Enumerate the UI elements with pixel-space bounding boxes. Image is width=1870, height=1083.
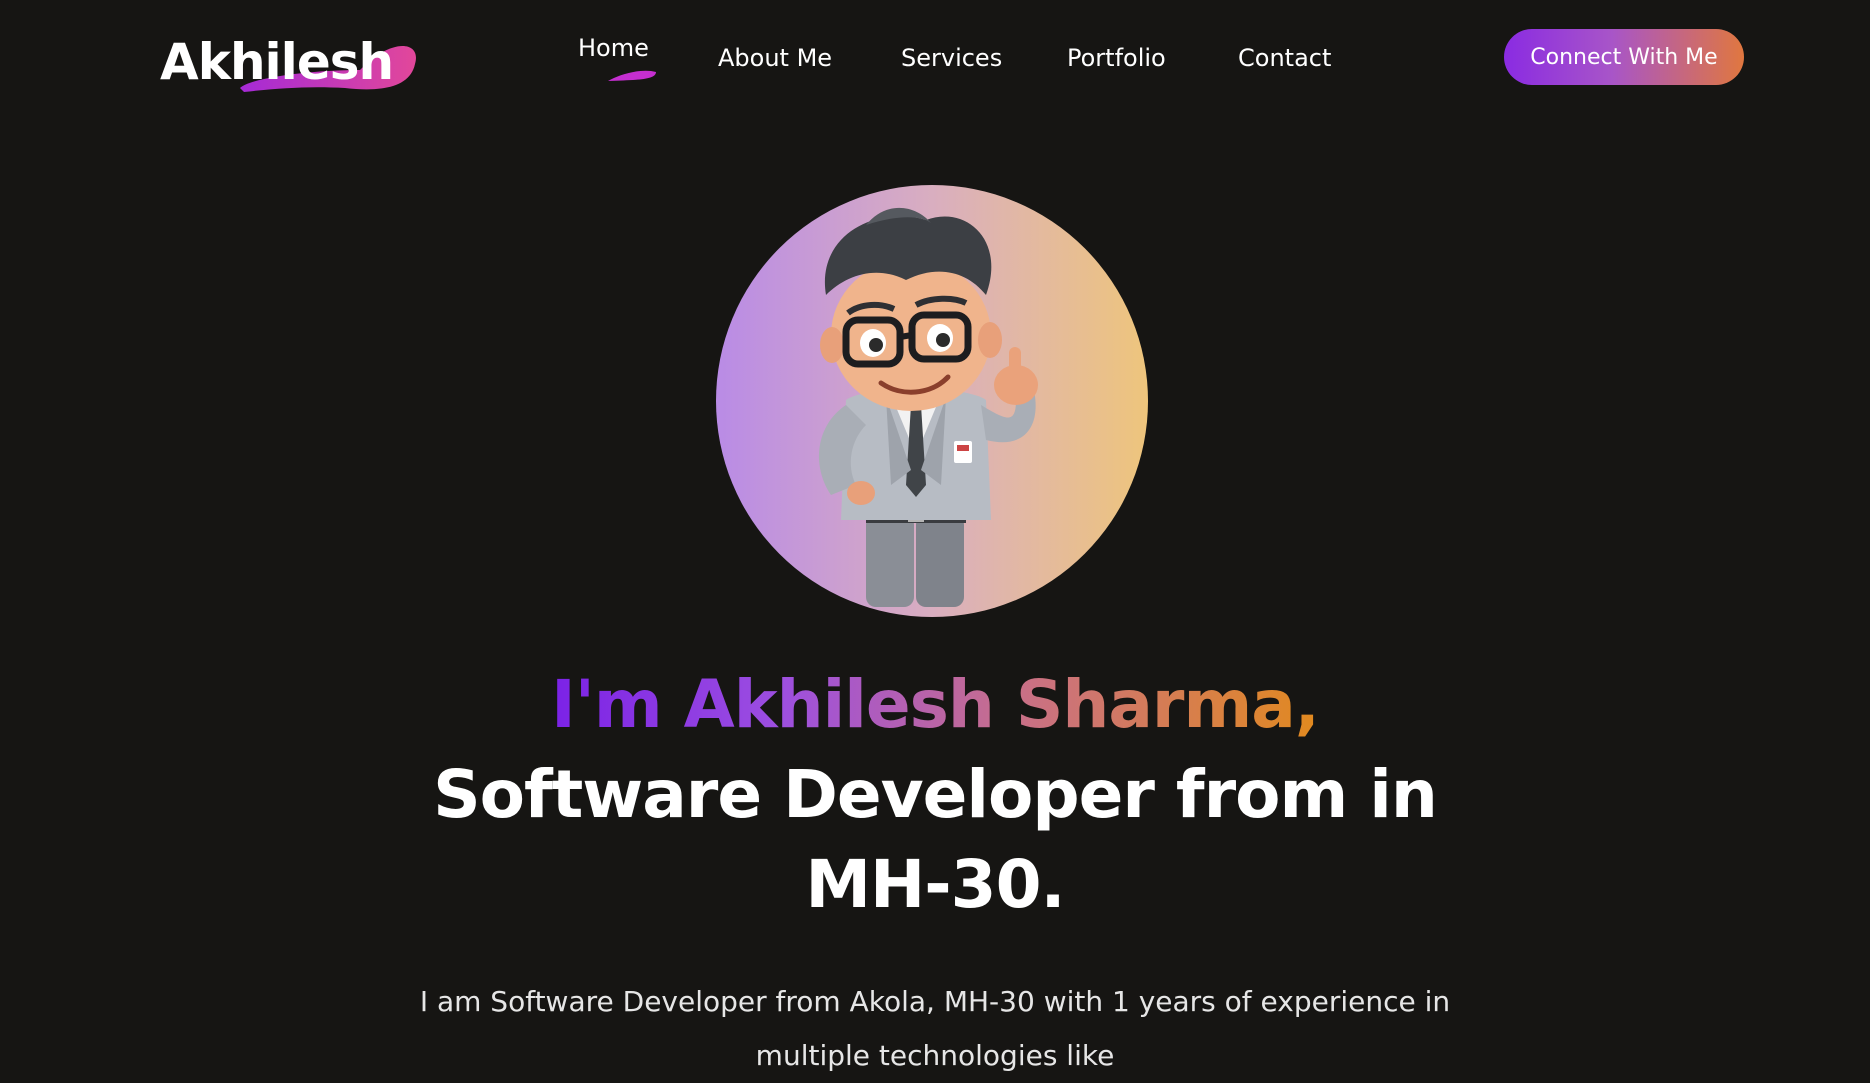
hero-title-line-2: MH-30.: [805, 846, 1065, 923]
nav-item-label: Services: [901, 44, 1003, 72]
logo[interactable]: Akhilesh: [160, 30, 420, 94]
hero-name: I'm Akhilesh Sharma,: [551, 666, 1320, 743]
active-underline-icon: [608, 70, 656, 81]
nav-item-services[interactable]: Services: [901, 30, 1002, 86]
navbar: Akhilesh Home About Me Services Portfoli…: [0, 0, 1870, 116]
hero-title-line-1: Software Developer from in: [433, 756, 1438, 833]
hero-description-line-2: multiple technologies like: [755, 1039, 1115, 1072]
hero-description-line-1: I am Software Developer from Akola, MH-3…: [419, 985, 1451, 1018]
hero-title: I'm Akhilesh Sharma, Software Developer …: [0, 660, 1870, 930]
nav-item-home[interactable]: Home: [578, 30, 656, 86]
nav-item-portfolio[interactable]: Portfolio: [1067, 30, 1166, 86]
nav-item-contact[interactable]: Contact: [1238, 30, 1331, 86]
nav-item-label: Contact: [1238, 44, 1332, 72]
connect-button[interactable]: Connect With Me: [1504, 29, 1744, 85]
nav-item-label: Home: [578, 34, 649, 62]
nav-item-label: About Me: [718, 44, 833, 72]
avatar: [716, 185, 1148, 617]
cartoon-developer-icon: [819, 207, 1038, 607]
nav-item-label: Portfolio: [1067, 44, 1166, 72]
nav-item-about[interactable]: About Me: [718, 30, 832, 86]
logo-text: Akhilesh: [160, 33, 394, 91]
hero-description: I am Software Developer from Akola, MH-3…: [360, 975, 1510, 1083]
